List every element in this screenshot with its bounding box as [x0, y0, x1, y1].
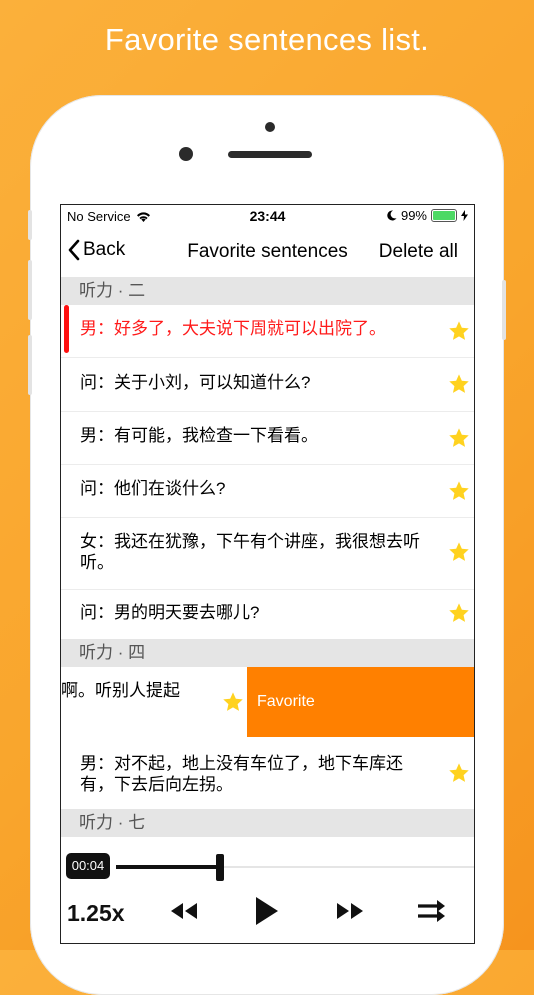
caption: Favorite sentences list. — [104, 22, 430, 57]
sentence-row[interactable]: 问：男的明天要去哪儿? — [61, 589, 474, 639]
sentence-text: 男：好多了，大夫说下周就可以出院了。 — [80, 319, 386, 338]
star-icon[interactable] — [448, 541, 470, 563]
star-icon[interactable] — [448, 762, 470, 784]
rewind-icon[interactable] — [169, 901, 199, 921]
nav-bar: Back Favorite sentences Delete all — [61, 227, 474, 277]
status-bar: No Service 23:44 99% — [61, 205, 474, 227]
star-icon[interactable] — [448, 427, 470, 449]
app-screen: No Service 23:44 99% Back Favorite sente… — [60, 204, 475, 944]
earpiece-speaker — [228, 151, 312, 158]
star-icon[interactable] — [448, 480, 470, 502]
sentence-text: 男：有可能，我检查一下看看。 — [80, 426, 318, 445]
section-header: 听力 · 二 — [61, 277, 474, 305]
battery-icon — [431, 209, 457, 222]
charging-icon — [461, 210, 468, 221]
star-icon[interactable] — [448, 320, 470, 342]
section-header: 听力 · 四 — [61, 639, 474, 667]
favorite-swipe-action[interactable]: Favorite — [247, 667, 474, 737]
front-camera — [179, 147, 193, 161]
battery-percent: 99% — [400, 208, 427, 223]
sentence-row[interactable]: 男：好多了，大夫说下周就可以出院了。 — [61, 305, 474, 358]
volume-down-button — [28, 335, 32, 395]
section-header: 听力 · 七 — [61, 809, 474, 837]
fast-forward-icon[interactable] — [335, 901, 365, 921]
sentence-text: 女：我还在犹豫，下午有个讲座，我很想去听听。 — [80, 532, 420, 572]
sentence-row[interactable]: 女：我还在犹豫，下午有个讲座，我很想去听听。 — [61, 517, 474, 590]
power-button — [502, 280, 506, 340]
sensor-dot — [265, 122, 275, 132]
mute-switch — [28, 210, 32, 240]
progress-thumb[interactable] — [215, 854, 224, 881]
volume-up-button — [28, 260, 32, 320]
star-icon[interactable] — [222, 691, 244, 713]
star-icon[interactable] — [448, 373, 470, 395]
play-icon[interactable] — [254, 896, 280, 926]
sentence-text: 问：关于小刘，可以知道什么? — [80, 373, 311, 392]
sentence-row-swiped[interactable]: 啊。听别人提起 Favorite — [61, 667, 474, 737]
sentence-row[interactable]: 问：关于小刘，可以知道什么? — [61, 357, 474, 412]
sentence-row[interactable]: 男：有可能，我检查一下看看。 — [61, 411, 474, 465]
status-right: 99% — [387, 208, 468, 223]
sentence-row[interactable]: 男：对不起，地上没有车位了，地下车库还有，下去后向左拐。 — [61, 737, 474, 809]
sentence-text: 啊。听别人提起 — [61, 681, 180, 700]
speed-button[interactable]: 1.25x — [67, 900, 125, 927]
moon-icon — [387, 210, 397, 221]
star-icon[interactable] — [448, 602, 470, 624]
sentence-text: 男：对不起，地上没有车位了，地下车库还有，下去后向左拐。 — [80, 754, 403, 794]
delete-all-button[interactable]: Delete all — [379, 241, 458, 263]
current-time: 00:04 — [66, 853, 110, 879]
progress-fill — [116, 865, 220, 869]
shuffle-icon[interactable] — [417, 898, 447, 924]
sentence-row[interactable]: 问：他们在谈什么? — [61, 464, 474, 518]
audio-player: 00:04 1.25x — [61, 845, 474, 943]
sentence-text: 问：他们在谈什么? — [80, 479, 226, 498]
sentence-text: 问：男的明天要去哪儿? — [80, 603, 260, 622]
